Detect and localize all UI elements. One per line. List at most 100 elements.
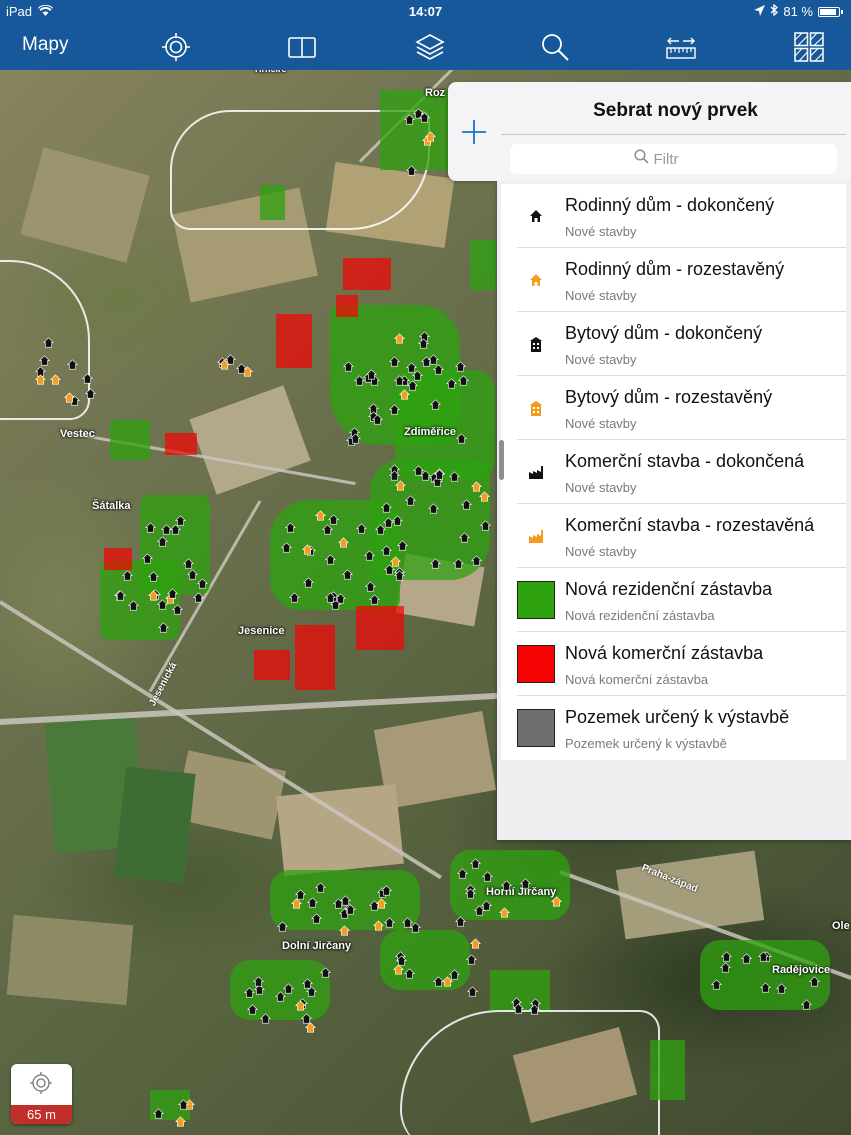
building-marker[interactable] xyxy=(389,354,401,367)
building-marker[interactable] xyxy=(454,359,466,372)
building-marker[interactable] xyxy=(418,336,430,349)
building-marker[interactable] xyxy=(471,553,483,566)
building-marker[interactable] xyxy=(393,568,405,581)
building-marker[interactable] xyxy=(424,129,436,142)
building-marker[interactable] xyxy=(455,914,467,927)
building-marker[interactable] xyxy=(469,936,481,949)
building-marker[interactable] xyxy=(404,966,416,979)
building-marker[interactable] xyxy=(285,520,297,534)
building-marker[interactable] xyxy=(295,998,307,1011)
building-marker[interactable] xyxy=(413,463,425,476)
building-marker[interactable] xyxy=(341,567,353,580)
building-marker[interactable] xyxy=(433,467,445,480)
building-marker[interactable] xyxy=(430,556,442,569)
building-marker[interactable] xyxy=(128,598,140,611)
building-marker[interactable] xyxy=(356,521,368,534)
feature-template-item[interactable]: Komerční stavba - rozestavěná Nové stavby xyxy=(501,504,846,568)
building-marker[interactable] xyxy=(175,513,187,526)
building-marker[interactable] xyxy=(384,915,396,928)
building-marker[interactable] xyxy=(389,468,401,481)
building-marker[interactable] xyxy=(274,989,286,1002)
building-marker[interactable] xyxy=(383,562,395,575)
feature-template-item[interactable]: Nová komerční zástavba Nová komerční zást… xyxy=(501,632,846,696)
building-marker[interactable] xyxy=(307,895,319,908)
building-marker[interactable] xyxy=(397,538,408,551)
building-marker[interactable] xyxy=(369,592,381,605)
building-marker[interactable] xyxy=(456,431,468,444)
building-marker[interactable] xyxy=(380,543,392,556)
building-marker[interactable] xyxy=(498,905,510,918)
search-icon[interactable] xyxy=(540,32,570,62)
building-marker[interactable] xyxy=(396,953,408,966)
building-marker[interactable] xyxy=(500,878,512,891)
building-marker[interactable] xyxy=(193,590,205,603)
building-marker[interactable] xyxy=(177,1097,189,1110)
building-marker[interactable] xyxy=(314,508,326,521)
building-marker[interactable] xyxy=(218,357,230,370)
building-marker[interactable] xyxy=(364,548,375,561)
building-marker[interactable] xyxy=(157,620,169,633)
building-marker[interactable] xyxy=(246,1002,258,1015)
building-marker[interactable] xyxy=(325,590,337,603)
building-marker[interactable] xyxy=(760,980,772,993)
building-marker[interactable] xyxy=(405,163,417,176)
building-marker[interactable] xyxy=(314,880,326,893)
building-marker[interactable] xyxy=(63,390,75,403)
building-marker[interactable] xyxy=(467,984,479,997)
measure-icon[interactable] xyxy=(666,32,696,62)
building-marker[interactable] xyxy=(320,965,332,978)
building-marker[interactable] xyxy=(757,949,769,962)
building-marker[interactable] xyxy=(448,469,460,483)
building-marker[interactable] xyxy=(380,500,392,513)
building-marker[interactable] xyxy=(156,534,168,547)
building-marker[interactable] xyxy=(550,894,562,907)
building-marker[interactable] xyxy=(740,951,752,964)
building-marker[interactable] xyxy=(457,866,468,879)
feature-template-item[interactable]: Bytový dům - dokončený Nové stavby xyxy=(501,312,846,376)
filter-input[interactable] xyxy=(653,150,714,168)
building-marker[interactable] xyxy=(281,540,293,553)
building-marker[interactable] xyxy=(381,883,392,896)
building-marker[interactable] xyxy=(84,386,96,399)
building-marker[interactable] xyxy=(35,372,47,385)
building-marker[interactable] xyxy=(122,568,134,581)
building-marker[interactable] xyxy=(277,919,289,932)
building-marker[interactable] xyxy=(321,522,333,535)
building-marker[interactable] xyxy=(465,952,477,965)
gps-accuracy-button[interactable]: 65 m xyxy=(11,1064,72,1124)
building-marker[interactable] xyxy=(66,357,78,370)
building-marker[interactable] xyxy=(174,1114,186,1127)
building-marker[interactable] xyxy=(809,974,821,987)
building-marker[interactable] xyxy=(394,373,406,386)
building-marker[interactable] xyxy=(82,371,94,384)
building-marker[interactable] xyxy=(394,331,406,344)
building-marker[interactable] xyxy=(428,352,440,365)
building-marker[interactable] xyxy=(482,869,494,882)
building-marker[interactable] xyxy=(401,915,413,928)
building-marker[interactable] xyxy=(365,367,377,380)
filter-field[interactable] xyxy=(510,144,837,174)
building-marker[interactable] xyxy=(183,556,195,569)
building-marker[interactable] xyxy=(141,551,153,564)
building-marker[interactable] xyxy=(372,412,384,425)
building-marker[interactable] xyxy=(365,579,377,592)
building-marker[interactable] xyxy=(376,896,388,909)
building-marker[interactable] xyxy=(114,588,126,601)
building-marker[interactable] xyxy=(446,376,458,390)
building-marker[interactable] xyxy=(147,588,159,601)
panel-resize-handle[interactable] xyxy=(499,440,504,480)
building-marker[interactable] xyxy=(310,911,322,924)
building-marker[interactable] xyxy=(428,501,440,515)
building-marker[interactable] xyxy=(344,902,356,915)
add-icon[interactable] xyxy=(460,118,488,146)
building-marker[interactable] xyxy=(383,515,394,528)
building-marker[interactable] xyxy=(481,898,493,911)
building-marker[interactable] xyxy=(419,110,431,123)
building-marker[interactable] xyxy=(302,575,314,588)
building-marker[interactable] xyxy=(405,493,417,506)
building-marker[interactable] xyxy=(429,397,441,410)
building-marker[interactable] xyxy=(471,479,483,492)
building-marker[interactable] xyxy=(452,556,464,569)
building-marker[interactable] xyxy=(528,1002,540,1015)
building-marker[interactable] xyxy=(236,361,248,374)
